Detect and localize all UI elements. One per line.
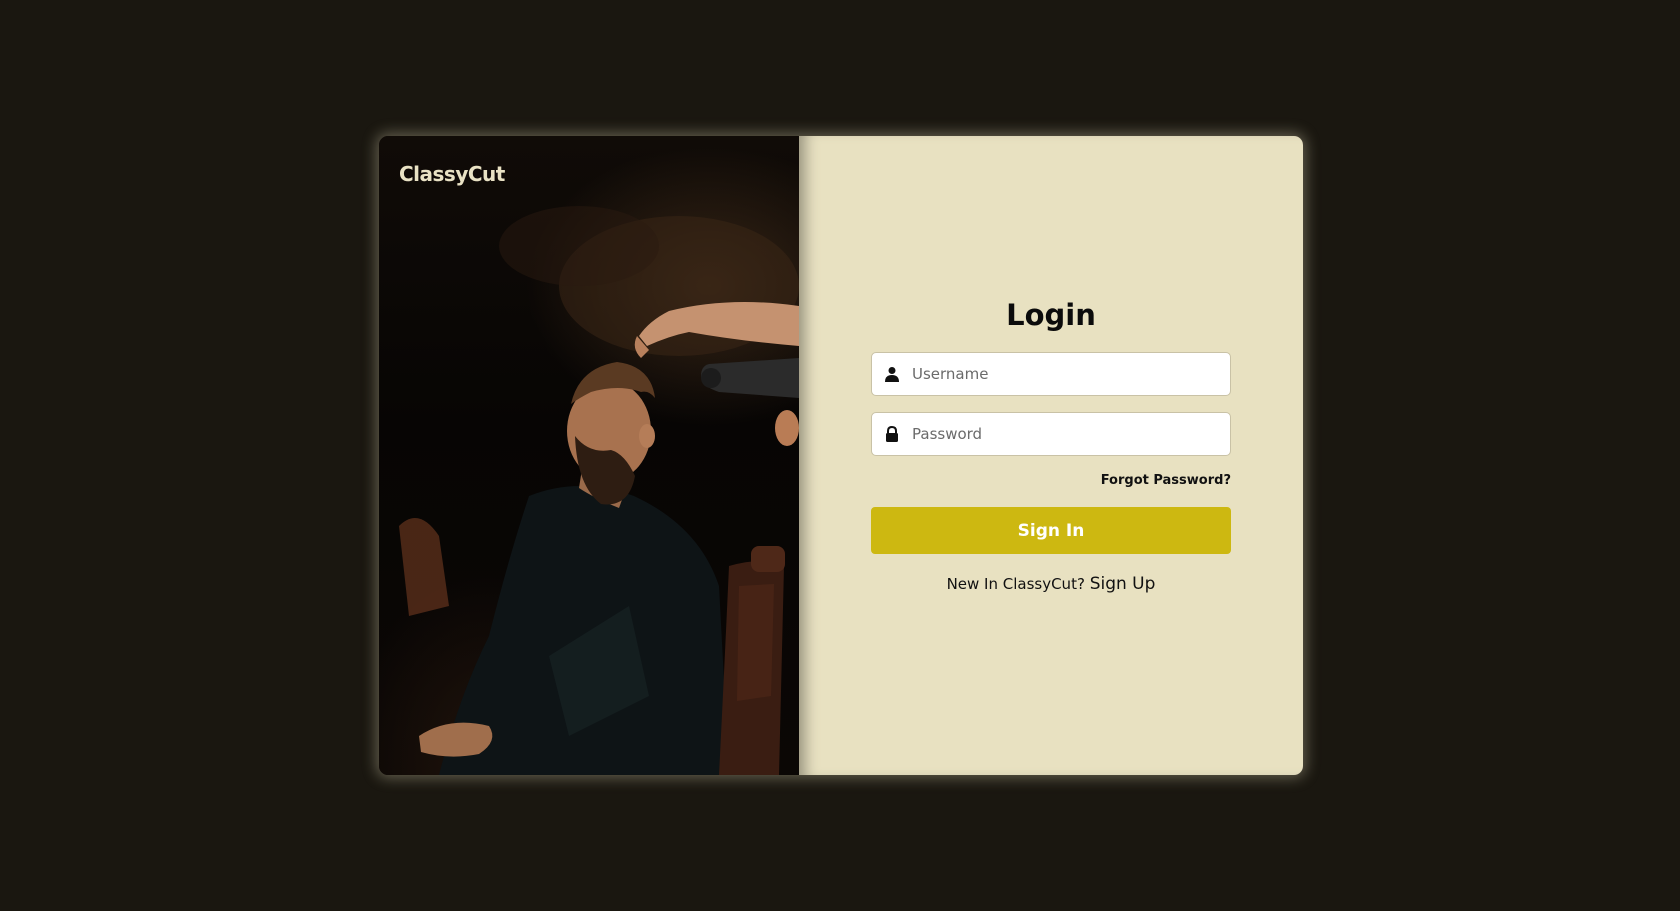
password-input[interactable]: [912, 413, 1230, 455]
signup-prompt: New In ClassyCut?: [946, 575, 1085, 593]
password-field[interactable]: [871, 412, 1231, 456]
user-icon: [872, 366, 912, 382]
sign-up-link[interactable]: Sign Up: [1090, 574, 1156, 594]
login-form-panel: Login Forgot: [799, 136, 1303, 775]
barber-illustration: [399, 206, 799, 775]
sign-in-button[interactable]: Sign In: [871, 507, 1231, 554]
barber-photo: ClassyCut: [379, 136, 799, 775]
signup-line: New In ClassyCut? Sign Up: [871, 574, 1231, 594]
username-input[interactable]: [912, 353, 1230, 395]
brand-logo: ClassyCut: [399, 162, 505, 186]
forgot-password-link[interactable]: Forgot Password?: [871, 472, 1231, 490]
username-field[interactable]: [871, 352, 1231, 396]
page-title: Login: [1006, 298, 1096, 332]
login-card: ClassyCut Login Username Forgot Password…: [379, 136, 1303, 775]
login-form: Login Forgot: [871, 296, 1231, 594]
lock-icon: [872, 425, 912, 443]
